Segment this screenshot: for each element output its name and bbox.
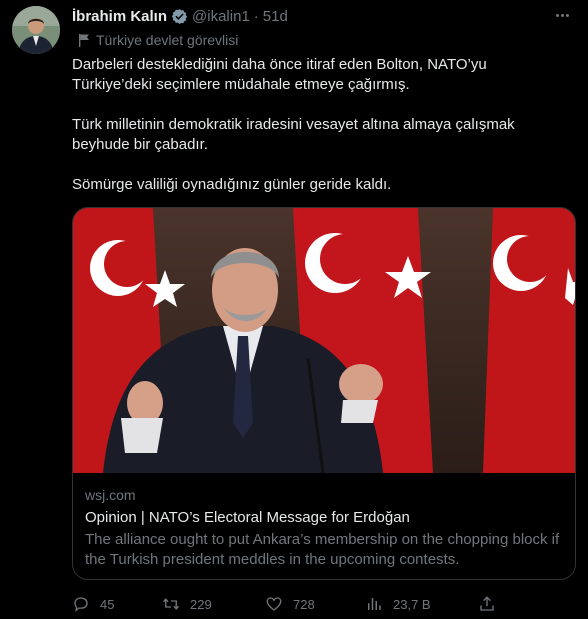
reply-count: 45 <box>100 596 115 612</box>
tweet-paragraph: Türk milletinin demokratik iradesini ves… <box>72 116 515 153</box>
flag-icon <box>79 33 89 47</box>
views-chart-icon <box>368 598 381 610</box>
tweet-actions: 45 229 728 23,7 B <box>72 595 494 617</box>
separator-dot: · <box>253 7 259 25</box>
retweet-count: 229 <box>190 596 212 612</box>
tweet-text: Darbeleri desteklediğini daha önce itira… <box>72 55 568 195</box>
card-title[interactable]: Opinion | NATO’s Electoral Message for E… <box>85 508 565 528</box>
verified-badge-icon <box>171 8 188 25</box>
card-description: The alliance ought to put Ankara’s membe… <box>85 531 560 568</box>
like-button[interactable]: 728 <box>265 595 315 613</box>
tweet-header: İbrahim Kalın @ikalin1 · 51d <box>72 6 288 26</box>
share-icon <box>480 596 494 611</box>
tweet-date[interactable]: 51d <box>263 8 288 25</box>
card-image[interactable] <box>73 208 575 473</box>
like-count: 728 <box>293 596 315 612</box>
views-count: 23,7 B <box>393 596 431 612</box>
reply-icon <box>74 597 88 613</box>
card-domain: wsj.com <box>85 487 136 503</box>
author-name[interactable]: İbrahim Kalın <box>72 8 167 25</box>
heart-icon <box>266 597 282 611</box>
more-options-icon[interactable] <box>552 8 572 22</box>
tweet-paragraph: Sömürge valiliği oynadığınız günler geri… <box>72 176 392 193</box>
reply-button[interactable]: 45 <box>72 595 114 613</box>
tweet[interactable]: İbrahim Kalın @ikalin1 · 51d Türkiye dev… <box>0 0 588 619</box>
government-label-text: Türkiye devlet görevlisi <box>96 32 239 48</box>
author-handle[interactable]: @ikalin1 <box>192 8 250 25</box>
government-label[interactable]: Türkiye devlet görevlisi <box>78 32 238 48</box>
link-preview-card[interactable]: wsj.com Opinion | NATO’s Electoral Messa… <box>72 207 576 580</box>
share-button[interactable] <box>478 595 506 613</box>
avatar[interactable] <box>12 6 60 54</box>
card-meta: wsj.com Opinion | NATO’s Electoral Messa… <box>85 486 565 570</box>
retweet-button[interactable]: 229 <box>162 595 212 613</box>
retweet-icon <box>162 598 180 610</box>
views-button[interactable]: 23,7 B <box>365 595 431 613</box>
tweet-paragraph: Darbeleri desteklediğini daha önce itira… <box>72 56 487 93</box>
